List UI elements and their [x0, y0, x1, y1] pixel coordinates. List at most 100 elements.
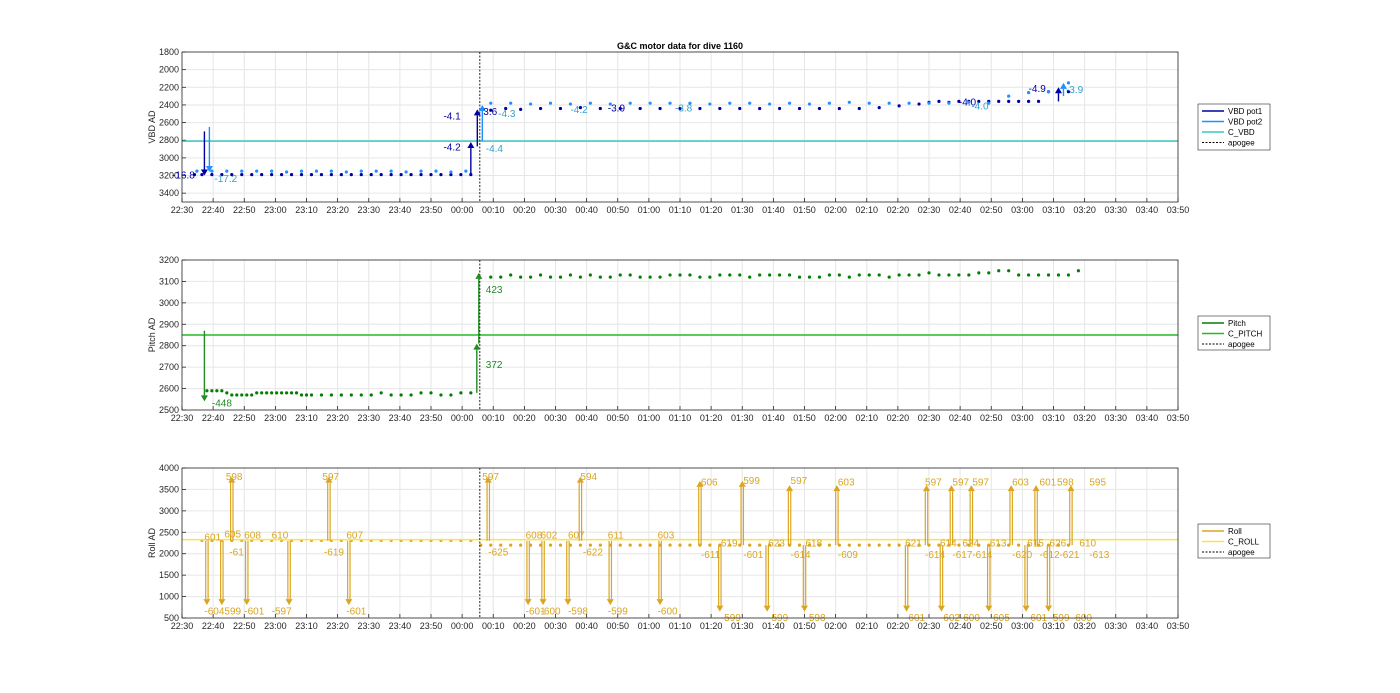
data-point — [618, 543, 622, 547]
annotation-label: 605 — [224, 529, 241, 540]
y-tick-label: 3000 — [159, 153, 179, 163]
x-tick-label: 02:10 — [855, 413, 878, 423]
data-point — [708, 543, 712, 547]
data-point — [489, 275, 493, 279]
annotation-label: -598 — [568, 607, 588, 618]
x-tick-label: 23:10 — [295, 205, 318, 215]
data-point — [847, 543, 851, 547]
data-point — [728, 101, 732, 105]
x-tick-label: 01:30 — [731, 413, 754, 423]
x-tick-label: 01:40 — [762, 413, 785, 423]
y-tick-label: 2000 — [159, 65, 179, 75]
x-tick-label: 02:00 — [824, 621, 847, 631]
x-tick-label: 02:20 — [887, 413, 910, 423]
annotation-label: 603 — [838, 478, 855, 489]
x-tick-label: 23:00 — [264, 205, 287, 215]
data-point — [548, 275, 553, 279]
data-point — [758, 273, 762, 277]
annotation-label: -448 — [212, 399, 232, 410]
data-point — [339, 393, 343, 397]
annotation-label: -620 — [1012, 550, 1032, 561]
x-tick-label: 02:10 — [855, 621, 878, 631]
annotation-label: -601 — [1027, 613, 1047, 624]
x-tick-label: 23:30 — [357, 621, 380, 631]
data-point — [529, 102, 533, 106]
y-tick-label: 2600 — [159, 384, 179, 394]
data-point — [787, 101, 792, 105]
annotation-label: -599 — [721, 613, 741, 624]
data-point — [389, 169, 393, 173]
data-point — [270, 173, 274, 177]
x-tick-label: 03:50 — [1167, 621, 1190, 631]
x-tick-label: 23:50 — [420, 621, 443, 631]
data-point — [245, 393, 249, 397]
data-point — [897, 104, 901, 108]
x-tick-label: 00:40 — [575, 205, 598, 215]
data-point — [887, 101, 891, 105]
data-point — [1046, 90, 1051, 94]
annotation-label: -17.2 — [214, 174, 237, 185]
data-point — [708, 102, 712, 106]
x-tick-label: 00:00 — [451, 621, 474, 631]
data-point — [558, 275, 563, 279]
x-tick-label: 00:30 — [544, 621, 567, 631]
data-point — [284, 170, 289, 174]
x-tick-label: 03:30 — [1104, 205, 1127, 215]
data-point — [299, 169, 304, 173]
x-tick-label: 03:50 — [1167, 413, 1190, 423]
x-tick-label: 23:50 — [420, 205, 443, 215]
annotation-label: 603 — [658, 531, 675, 542]
x-tick-label: 23:50 — [420, 413, 443, 423]
data-point — [827, 101, 832, 105]
y-tick-label: 3200 — [159, 255, 179, 265]
data-point — [419, 169, 423, 173]
legend-label: VBD pot1 — [1228, 107, 1263, 116]
annotation-label: -602 — [940, 613, 960, 624]
data-point — [748, 101, 752, 105]
data-point — [220, 389, 224, 393]
x-tick-label: 03:20 — [1073, 205, 1096, 215]
data-point — [648, 275, 652, 279]
legend-label: C_VBD — [1228, 128, 1255, 137]
x-tick-label: 00:40 — [575, 621, 598, 631]
data-point — [429, 173, 433, 177]
data-point — [210, 173, 214, 177]
data-point — [240, 393, 244, 397]
x-tick-label: 01:00 — [638, 205, 661, 215]
data-point — [778, 273, 782, 277]
data-point — [489, 543, 493, 547]
data-point — [738, 273, 742, 277]
annotation-label: -625 — [488, 547, 508, 558]
annotation-label: 597 — [791, 476, 808, 487]
data-point — [867, 101, 871, 105]
annotation-label: 615 — [1027, 538, 1044, 549]
data-point — [1046, 273, 1051, 277]
annotation-label: -614 — [925, 550, 945, 561]
x-tick-label: 03:00 — [1011, 413, 1034, 423]
data-point — [399, 393, 403, 397]
data-point — [329, 393, 333, 397]
x-tick-label: 00:40 — [575, 413, 598, 423]
legend: Pitch C_PITCHapogee — [1197, 315, 1271, 351]
data-point — [778, 106, 782, 111]
data-point — [240, 173, 244, 177]
data-point — [558, 543, 563, 547]
x-tick-label: 22:50 — [233, 621, 256, 631]
data-point — [374, 169, 378, 173]
annotation-label: -601 — [905, 613, 925, 624]
data-point — [1007, 99, 1011, 104]
x-tick-label: 03:10 — [1042, 413, 1065, 423]
data-point — [205, 389, 209, 393]
x-tick-label: 02:20 — [887, 205, 910, 215]
x-tick-label: 22:40 — [202, 621, 225, 631]
annotation-label: 624 — [962, 538, 979, 549]
data-point — [947, 101, 951, 105]
data-point — [359, 393, 363, 397]
x-tick-label: 23:20 — [326, 205, 349, 215]
data-point — [1017, 543, 1021, 547]
annotation-label: 3.6 — [483, 107, 497, 118]
data-point — [897, 543, 901, 547]
annotation-label: -601 — [244, 607, 264, 618]
data-point — [857, 543, 861, 547]
annotation-label: 618 — [805, 538, 822, 549]
